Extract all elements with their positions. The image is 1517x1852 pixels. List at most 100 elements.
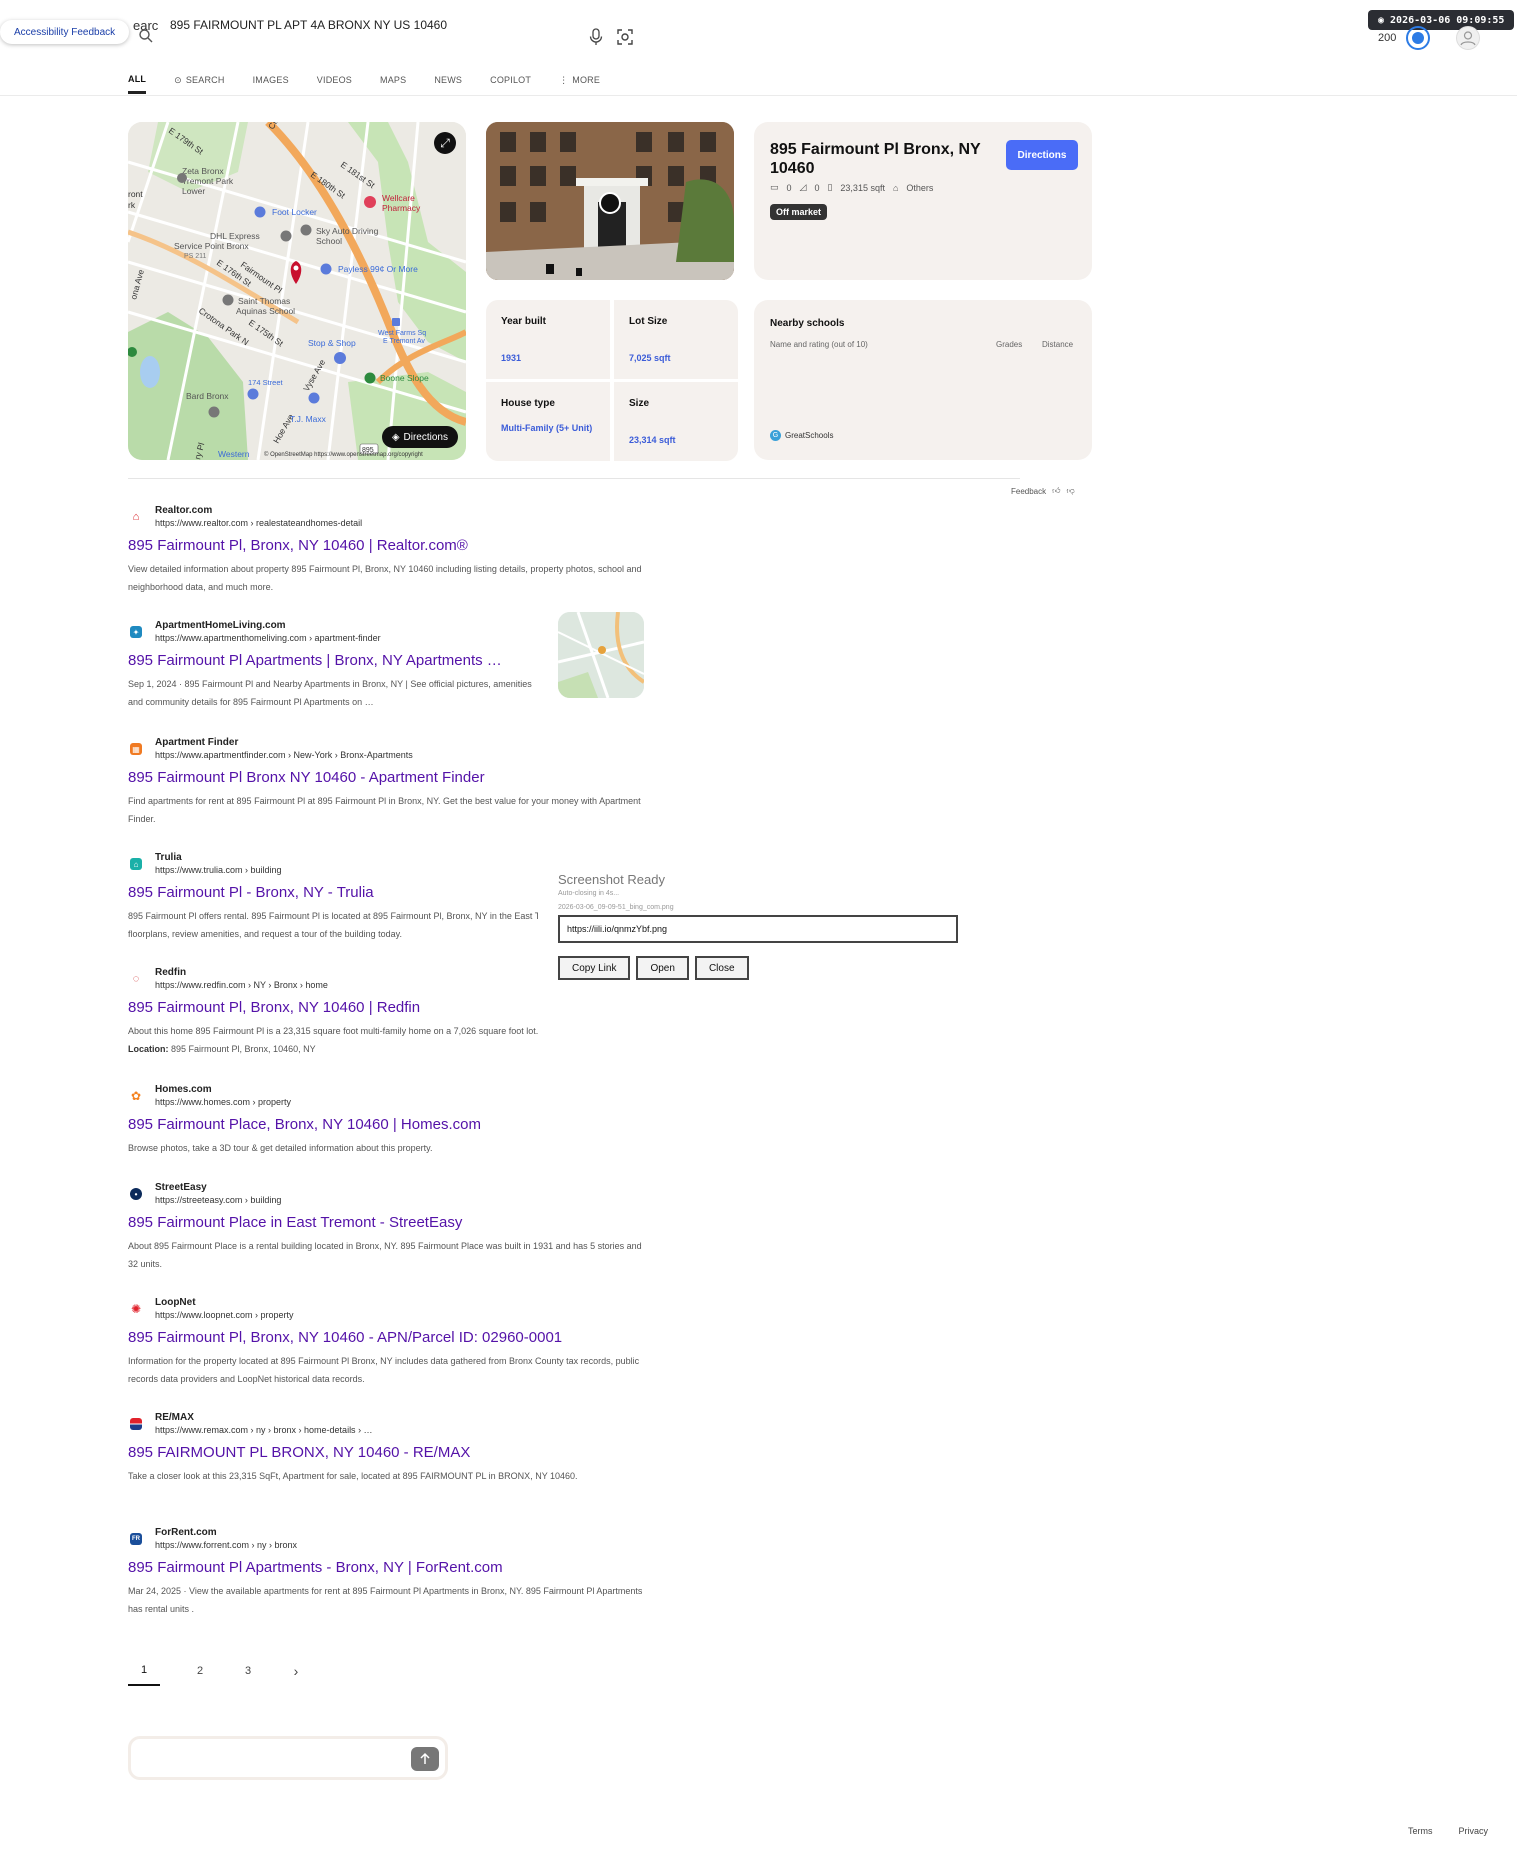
rewards-count[interactable]: 200	[1378, 32, 1396, 44]
tab-all[interactable]: ALL	[128, 66, 147, 94]
status-badge: Off market	[770, 204, 828, 220]
tab-more[interactable]: ⋮ MORE	[559, 66, 600, 94]
result-title-link[interactable]: 895 Fairmount Pl Apartments - Bronx, NY …	[128, 1559, 503, 1576]
result-url[interactable]: https://www.redfin.com › NY › Bronx › ho…	[155, 980, 328, 990]
thumbs-down-icon[interactable]: 👎︎	[1067, 486, 1075, 496]
result-title-link[interactable]: 895 Fairmount Pl, Bronx, NY 10460 | Real…	[128, 537, 468, 554]
result-title-link[interactable]: 895 Fairmount Pl, Bronx, NY 10460 | Redf…	[128, 999, 420, 1016]
map-directions-button[interactable]: ◈ Directions	[381, 426, 458, 448]
tab-images[interactable]: IMAGES	[253, 66, 289, 94]
directions-icon: ◈	[391, 431, 400, 443]
fact-value: 1931	[501, 353, 522, 363]
result-snippet-label: Location:	[128, 1044, 169, 1054]
page-1[interactable]: 1	[128, 1656, 160, 1686]
bath-icon: ◿	[799, 182, 807, 192]
popup-link-field[interactable]: https://iili.io/qnmzYbf.png	[558, 915, 958, 943]
house-icon: ⌂	[132, 511, 140, 523]
result-title-link[interactable]: 895 Fairmount Pl Apartments | Bronx, NY …	[128, 652, 502, 669]
street-view-photo[interactable]	[486, 122, 734, 280]
result-map-thumbnail[interactable]	[558, 612, 644, 698]
map-label: Payless 99¢ Or More	[338, 264, 418, 274]
map-label: Zeta Bronx	[182, 166, 224, 176]
result-snippet: Information for the property located at …	[128, 1356, 640, 1384]
tab-search[interactable]: ⊙ SEARCH	[174, 66, 224, 94]
result-snippet: Mar 24, 2025 · View the available apartm…	[128, 1586, 643, 1614]
kebab-icon: ⋮	[559, 74, 569, 85]
greatschools-icon: G	[770, 430, 781, 441]
tab-label: COPILOT	[490, 75, 532, 85]
greatschools-link[interactable]: G GreatSchools	[770, 430, 833, 441]
search-result: ▦ Apartment Finder https://www.apartment…	[128, 737, 648, 827]
result-site-name: LoopNet	[155, 1297, 196, 1308]
page-3[interactable]: 3	[224, 1656, 272, 1686]
result-site-name: ForRent.com	[155, 1527, 217, 1538]
tab-copilot[interactable]: COPILOT	[490, 66, 531, 94]
result-site-name: Homes.com	[155, 1084, 212, 1095]
send-arrow-icon[interactable]	[411, 1747, 439, 1771]
visual-search-icon[interactable]	[616, 28, 634, 46]
result-title-link[interactable]: 895 Fairmount Pl - Bronx, NY - Trulia	[128, 884, 374, 901]
accessibility-feedback-button[interactable]: Accessibility Feedback	[0, 20, 130, 44]
loop-icon: ✺	[130, 1302, 142, 1316]
search-result: ✿ Homes.com https://www.homes.com › prop…	[128, 1084, 648, 1164]
next-page-chevron-icon[interactable]: ›	[272, 1656, 320, 1686]
result-title-link[interactable]: 895 FAIRMOUNT PL BRONX, NY 10460 - RE/MA…	[128, 1444, 470, 1461]
schools-distance-header: Distance	[1042, 340, 1074, 349]
map-attribution[interactable]: © OpenStreetMap https://www.openstreetma…	[264, 452, 423, 458]
result-title-link[interactable]: 895 Fairmount Pl Bronx NY 10460 - Apartm…	[128, 769, 485, 786]
rewards-icon[interactable]	[1406, 26, 1430, 50]
result-site-name: RE/MAX	[155, 1412, 194, 1423]
open-button[interactable]: Open	[636, 956, 689, 980]
search-result: ⌂ Realtor.com https://www.realtor.com › …	[128, 505, 648, 595]
tab-videos[interactable]: VIDEOS	[317, 66, 352, 94]
search-result: ✦ ApartmentHomeLiving.com https://www.ap…	[128, 612, 648, 710]
directions-button[interactable]: Directions	[1006, 140, 1078, 170]
result-snippet-text: About this home 895 Fairmount Pl is a 23…	[128, 1026, 539, 1036]
nearby-schools-card: Nearby schools Name and rating (out of 1…	[754, 300, 1092, 460]
street-view-icon[interactable]	[599, 192, 621, 214]
result-site-name: Redfin	[155, 967, 187, 978]
pin-icon: •	[130, 1188, 142, 1200]
fact-label: Size	[629, 398, 650, 409]
result-snippet: Browse photos, take a 3D tour & get deta…	[128, 1143, 433, 1153]
search-input[interactable]: 895 FAIRMOUNT PL APT 4A BRONX NY US 1046…	[170, 18, 447, 32]
search-icon[interactable]	[138, 28, 154, 44]
bed-icon: ▭	[770, 182, 779, 192]
result-url[interactable]: https://www.apartmenthomeliving.com › ap…	[155, 633, 381, 643]
result-site-name: ApartmentHomeLiving.com	[155, 620, 286, 631]
ring-icon: ◌	[132, 973, 140, 985]
greatschools-label: GreatSchools	[785, 431, 834, 440]
terms-link[interactable]: Terms	[1408, 1826, 1433, 1836]
avatar[interactable]	[1456, 26, 1480, 50]
close-button[interactable]: Close	[694, 956, 749, 980]
result-url[interactable]: https://www.realtor.com › realestateandh…	[155, 518, 362, 528]
thumbs-up-icon[interactable]: 👍︎	[1052, 486, 1060, 496]
result-title-link[interactable]: 895 Fairmount Pl, Bronx, NY 10460 - APN/…	[128, 1329, 562, 1346]
tab-news[interactable]: NEWS	[434, 66, 462, 94]
result-url[interactable]: https://www.remax.com › ny › bronx › hom…	[155, 1425, 373, 1435]
result-url[interactable]: https://www.homes.com › property	[155, 1097, 291, 1107]
result-url[interactable]: https://streeteasy.com › building	[155, 1195, 281, 1205]
result-title-link[interactable]: 895 Fairmount Place in East Tremont - St…	[128, 1214, 462, 1231]
result-title-link[interactable]: 895 Fairmount Place, Bronx, NY 10460 | H…	[128, 1116, 481, 1133]
lake-area	[140, 356, 160, 388]
type-value: Others	[906, 182, 934, 193]
feedback-label[interactable]: Feedback	[1011, 487, 1046, 496]
result-url[interactable]: https://www.loopnet.com › property	[155, 1310, 294, 1320]
copilot-chat-input[interactable]	[128, 1736, 448, 1780]
tab-maps[interactable]: MAPS	[380, 66, 406, 94]
result-url[interactable]: https://www.forrent.com › ny › bronx	[155, 1540, 297, 1550]
result-snippet: About 895 Fairmount Place is a rental bu…	[128, 1241, 642, 1269]
map-label: Aquinas School	[236, 306, 295, 316]
map-card[interactable]: E 179th St E 181st St E 180th St Cli Zet…	[128, 122, 466, 460]
copy-link-button[interactable]: Copy Link	[558, 956, 631, 980]
result-url[interactable]: https://www.trulia.com › building	[155, 865, 282, 875]
map-label: Boone Slope	[380, 373, 429, 383]
privacy-link[interactable]: Privacy	[1459, 1826, 1489, 1836]
result-url[interactable]: https://www.apartmentfinder.com › New-Yo…	[155, 750, 413, 760]
microphone-icon[interactable]	[588, 28, 604, 46]
expand-map-icon[interactable]: ⤢	[434, 132, 456, 154]
building-icon: ▦	[130, 743, 142, 755]
page-2[interactable]: 2	[176, 1656, 224, 1686]
schools-subtitle: Name and rating (out of 10)	[770, 340, 868, 349]
